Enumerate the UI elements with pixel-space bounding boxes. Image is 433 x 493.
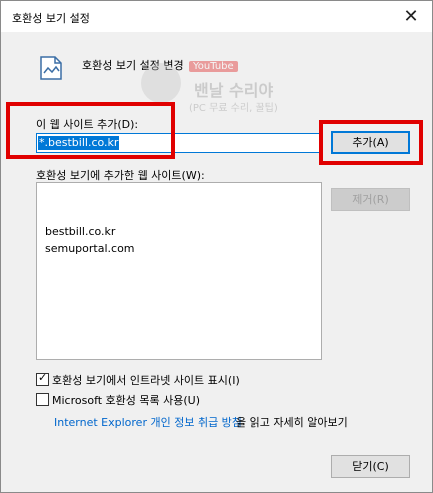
- window-title: 호환성 보기 설정: [12, 12, 90, 25]
- highlight-box-add-site: [6, 102, 175, 159]
- compat-settings-icon: [40, 56, 62, 80]
- check-icon: ✓: [38, 371, 48, 384]
- site-list-label: 호환성 보기에 추가한 웹 사이트(W):: [36, 169, 205, 182]
- list-item[interactable]: bestbill.co.kr: [45, 225, 115, 238]
- close-button[interactable]: 닫기(C): [331, 455, 410, 478]
- compat-view-dialog: 호환성 보기 설정 ✕ 호환성 보기 설정 변경 YouTube 밴날 수리야 …: [0, 0, 433, 493]
- intranet-label: 호환성 보기에서 인트라넷 사이트 표시(I): [52, 374, 240, 387]
- intranet-checkbox[interactable]: ✓: [36, 371, 49, 386]
- highlight-box-add-button: [319, 120, 423, 165]
- watermark-subtitle: (PC 무료 수리, 꿀팁): [189, 103, 278, 114]
- ms-list-checkbox[interactable]: [36, 393, 49, 406]
- privacy-link[interactable]: Internet Explorer 개인 정보 취급 방침: [54, 414, 242, 430]
- close-icon[interactable]: ✕: [400, 6, 422, 28]
- ms-list-label: Microsoft 호환성 목록 사용(U): [52, 394, 201, 407]
- list-item[interactable]: semuportal.com: [45, 242, 135, 255]
- watermark-logo: [141, 63, 181, 103]
- watermark-title: 밴날 수리야: [194, 81, 274, 100]
- site-list[interactable]: bestbill.co.kr semuportal.com: [36, 182, 322, 360]
- privacy-suffix: 을 읽고 자세히 알아보기: [236, 416, 348, 429]
- title-bar: 호환성 보기 설정 ✕: [1, 1, 432, 32]
- watermark-youtube: YouTube: [189, 61, 238, 72]
- remove-button[interactable]: 제거(R): [331, 188, 410, 211]
